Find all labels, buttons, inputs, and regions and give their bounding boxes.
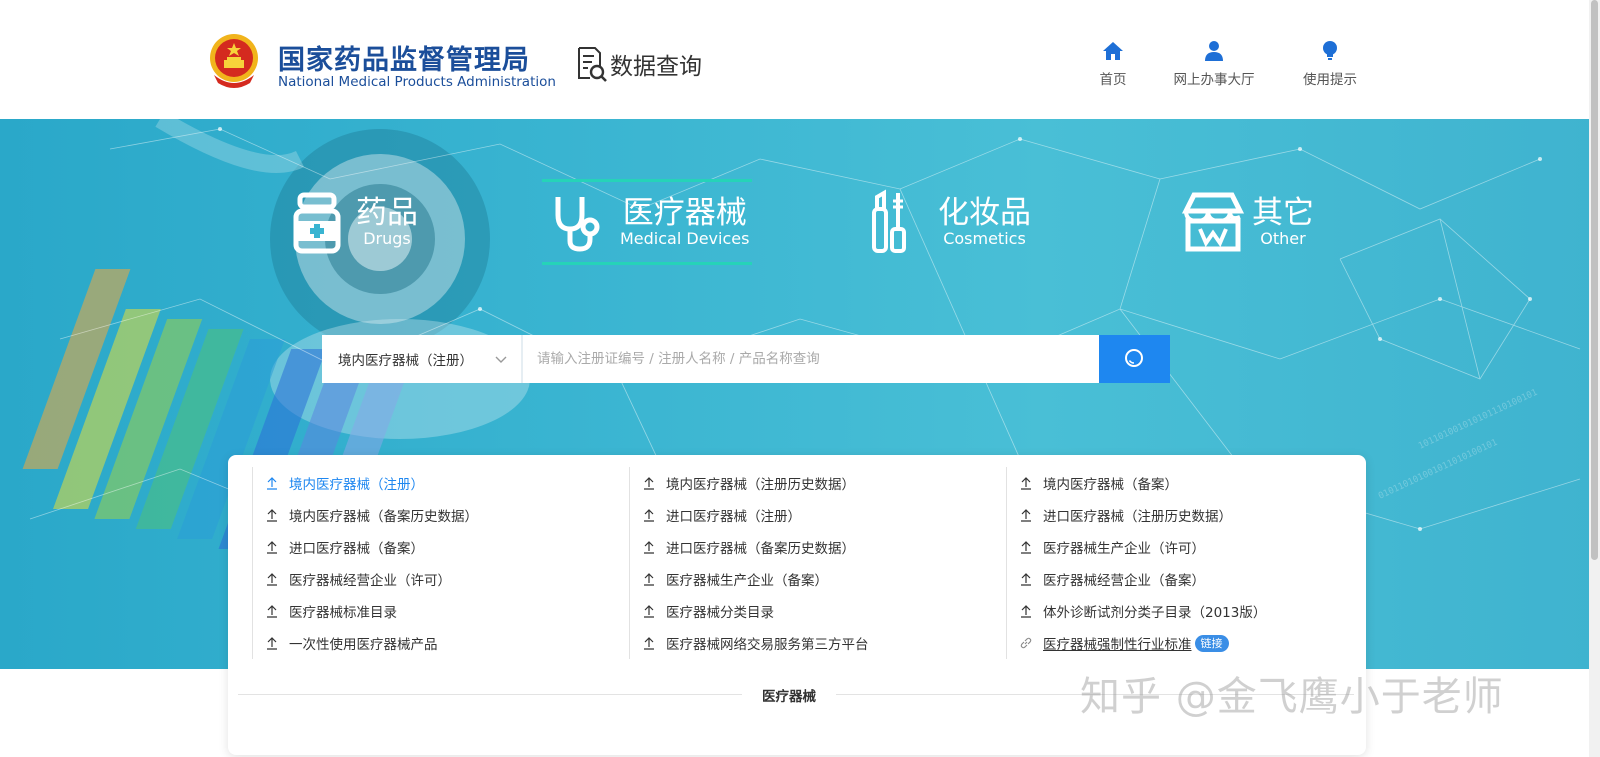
nav-online-hall[interactable]: 网上办事大厅 xyxy=(1168,40,1260,88)
upload-icon xyxy=(267,541,277,554)
link-item[interactable]: 境内医疗器械（备案） xyxy=(1006,467,1383,499)
category-medical-devices-cn: 医疗器械 xyxy=(622,195,747,231)
upload-icon xyxy=(267,605,277,618)
category-medical-devices-en: Medical Devices xyxy=(620,229,750,248)
upload-icon xyxy=(1021,477,1031,490)
link-tag-badge: 链接 xyxy=(1194,634,1229,652)
device-links-grid: 境内医疗器械（注册） 境内医疗器械（注册历史数据） 境内医疗器械（备案） 境内医… xyxy=(252,467,1383,659)
category-cosmetics[interactable]: 化妆品 Cosmetics xyxy=(866,179,1031,265)
nav-home-label: 首页 xyxy=(1099,72,1127,88)
user-icon xyxy=(1205,41,1223,61)
link-item[interactable]: 体外诊断试剂分类子目录（2013版） xyxy=(1006,595,1383,627)
store-icon xyxy=(1181,192,1245,252)
data-query-label: 数据查询 xyxy=(610,54,702,80)
upload-icon xyxy=(644,477,654,490)
category-cosmetics-cn: 化妆品 xyxy=(938,195,1031,231)
category-cosmetics-en: Cosmetics xyxy=(943,229,1026,248)
link-item[interactable]: 医疗器械分类目录 xyxy=(629,595,1006,627)
site-header: 国家药品监督管理局 National Medical Products Admi… xyxy=(0,0,1600,119)
home-icon xyxy=(1103,42,1123,60)
cosmetics-icon xyxy=(872,189,906,253)
svg-text:101101001010101110100101: 101101001010101110100101 xyxy=(1417,388,1539,452)
link-item[interactable]: 进口医疗器械（备案历史数据） xyxy=(629,531,1006,563)
link-item[interactable]: 医疗器械生产企业（许可） xyxy=(1006,531,1383,563)
section-title: 医疗器械 xyxy=(742,685,836,705)
page-scrollbar-thumb[interactable] xyxy=(1591,0,1598,560)
category-drugs-cn: 药品 xyxy=(356,195,418,231)
category-other[interactable]: 其它 Other xyxy=(1180,179,1314,265)
org-name-en: National Medical Products Administration xyxy=(278,74,556,90)
link-item[interactable]: 进口医疗器械（备案） xyxy=(252,531,629,563)
link-item[interactable]: 进口医疗器械（注册历史数据） xyxy=(1006,499,1383,531)
link-item[interactable]: 境内医疗器械（备案历史数据） xyxy=(252,499,629,531)
link-item[interactable]: 医疗器械网络交易服务第三方平台 xyxy=(629,627,1006,659)
upload-icon xyxy=(644,509,654,522)
link-item[interactable]: 进口医疗器械（注册） xyxy=(629,499,1006,531)
stethoscope-icon xyxy=(555,197,600,252)
upload-icon xyxy=(644,637,654,650)
lightbulb-icon xyxy=(1323,41,1337,60)
link-item[interactable]: 医疗器械经营企业（许可） xyxy=(252,563,629,595)
upload-icon xyxy=(267,477,277,490)
data-query-title: 数据查询 xyxy=(576,46,702,82)
watermark: 知乎 @金飞鹰小于老师 xyxy=(1080,674,1504,720)
upload-icon xyxy=(644,605,654,618)
upload-icon xyxy=(1021,573,1031,586)
category-drugs[interactable]: 药品 Drugs xyxy=(284,179,418,265)
upload-icon xyxy=(1021,541,1031,554)
upload-icon xyxy=(267,573,277,586)
search-icon xyxy=(1124,349,1143,367)
search-type-selected: 境内医疗器械（注册） xyxy=(338,353,473,369)
category-other-en: Other xyxy=(1260,229,1306,248)
nav-online-hall-label: 网上办事大厅 xyxy=(1173,72,1255,88)
link-item[interactable]: 境内医疗器械（注册历史数据） xyxy=(629,467,1006,499)
nav-home[interactable]: 首页 xyxy=(1097,40,1129,88)
link-item[interactable]: 医疗器械标准目录 xyxy=(252,595,629,627)
upload-icon xyxy=(1021,605,1031,618)
link-icon xyxy=(1020,637,1032,649)
upload-icon xyxy=(267,509,277,522)
upload-icon xyxy=(267,637,277,650)
national-emblem-icon xyxy=(210,34,258,88)
category-other-cn: 其它 xyxy=(1252,195,1314,231)
upload-icon xyxy=(644,541,654,554)
nav-usage-tips[interactable]: 使用提示 xyxy=(1300,40,1360,88)
upload-icon xyxy=(1021,509,1031,522)
search-bar: 境内医疗器械（注册） xyxy=(322,335,1172,383)
link-item[interactable]: 境内医疗器械（注册） xyxy=(252,467,629,499)
link-item[interactable]: 医疗器械生产企业（备案） xyxy=(629,563,1006,595)
search-input[interactable] xyxy=(521,335,1099,383)
nav-usage-tips-label: 使用提示 xyxy=(1303,72,1357,88)
org-name-cn: 国家药品监督管理局 xyxy=(278,45,530,76)
category-medical-devices[interactable]: 医疗器械 Medical Devices xyxy=(548,179,749,265)
category-drugs-en: Drugs xyxy=(363,229,411,248)
chevron-down-icon xyxy=(495,356,507,363)
search-button[interactable] xyxy=(1099,335,1170,383)
link-item-external[interactable]: 医疗器械强制性行业标准 链接 xyxy=(1006,627,1383,659)
link-item[interactable]: 医疗器械经营企业（备案） xyxy=(1006,563,1383,595)
document-search-icon xyxy=(578,47,607,82)
svg-text:010110101001011010100101: 010110101001011010100101 xyxy=(1377,438,1499,502)
link-item[interactable]: 一次性使用医疗器械产品 xyxy=(252,627,629,659)
search-type-select[interactable]: 境内医疗器械（注册） xyxy=(322,335,521,383)
drug-bottle-icon xyxy=(293,192,341,254)
upload-icon xyxy=(644,573,654,586)
